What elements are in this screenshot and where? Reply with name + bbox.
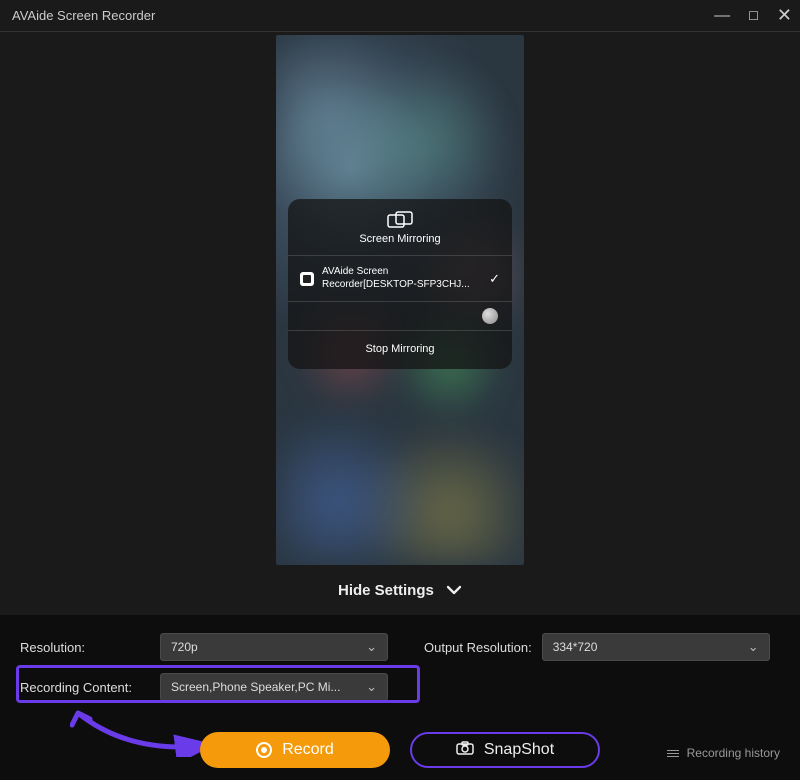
minimize-button[interactable]: —: [714, 7, 730, 25]
record-button[interactable]: Record: [200, 732, 390, 768]
resolution-value: 720p: [171, 640, 198, 654]
close-button[interactable]: ✕: [777, 5, 792, 26]
mirror-device-row[interactable]: AVAide Screen Recorder[DESKTOP-SFP3CHJ..…: [288, 255, 512, 302]
stop-mirroring-button[interactable]: Stop Mirroring: [288, 330, 512, 369]
screen-mirroring-title: Screen Mirroring: [288, 233, 512, 245]
output-resolution-label: Output Resolution:: [424, 640, 532, 655]
hide-settings-toggle[interactable]: Hide Settings: [0, 582, 800, 599]
mirror-toggle-row[interactable]: [288, 302, 512, 330]
toggle-knob: [482, 308, 498, 324]
maximize-button[interactable]: ☐: [748, 9, 759, 23]
settings-bar: Resolution: 720p ⌄ Output Resolution: 33…: [0, 615, 800, 780]
snapshot-button[interactable]: SnapShot: [410, 732, 600, 768]
list-icon: [667, 750, 679, 757]
chevron-down-icon: ⌄: [366, 639, 377, 655]
settings-row-2: Recording Content: Screen,Phone Speaker,…: [20, 673, 780, 701]
screen-mirroring-icon: [288, 211, 512, 229]
recording-content-label: Recording Content:: [20, 680, 150, 695]
checkmark-icon: ✓: [489, 271, 500, 287]
resolution-select[interactable]: 720p ⌄: [160, 633, 388, 661]
snapshot-label: SnapShot: [484, 741, 554, 759]
output-resolution-select[interactable]: 334*720 ⌄: [542, 633, 770, 661]
app-title: AVAide Screen Recorder: [12, 8, 155, 23]
chevron-down-icon: [446, 582, 462, 599]
phone-mirror-preview: Screen Mirroring AVAide Screen Recorder[…: [276, 35, 524, 565]
device-icon: [300, 272, 314, 286]
window-controls: — ☐ ✕: [714, 5, 792, 26]
recording-history-label: Recording history: [687, 746, 780, 760]
mirror-device-name: AVAide Screen Recorder[DESKTOP-SFP3CHJ..…: [322, 266, 481, 291]
chevron-down-icon: ⌄: [748, 639, 759, 655]
recording-content-value: Screen,Phone Speaker,PC Mi...: [171, 680, 340, 694]
camera-icon: [456, 741, 474, 759]
titlebar: AVAide Screen Recorder — ☐ ✕: [0, 0, 800, 32]
record-label: Record: [282, 741, 334, 759]
recording-history-link[interactable]: Recording history: [667, 746, 780, 760]
screen-mirroring-panel: Screen Mirroring AVAide Screen Recorder[…: [288, 199, 512, 369]
hide-settings-label: Hide Settings: [338, 582, 434, 599]
output-resolution-value: 334*720: [553, 640, 598, 654]
resolution-label: Resolution:: [20, 640, 150, 655]
record-icon: [256, 742, 272, 758]
chevron-down-icon: ⌄: [366, 679, 377, 695]
settings-row-1: Resolution: 720p ⌄ Output Resolution: 33…: [20, 633, 780, 661]
recording-content-select[interactable]: Screen,Phone Speaker,PC Mi... ⌄: [160, 673, 388, 701]
preview-area: Screen Mirroring AVAide Screen Recorder[…: [0, 33, 800, 595]
